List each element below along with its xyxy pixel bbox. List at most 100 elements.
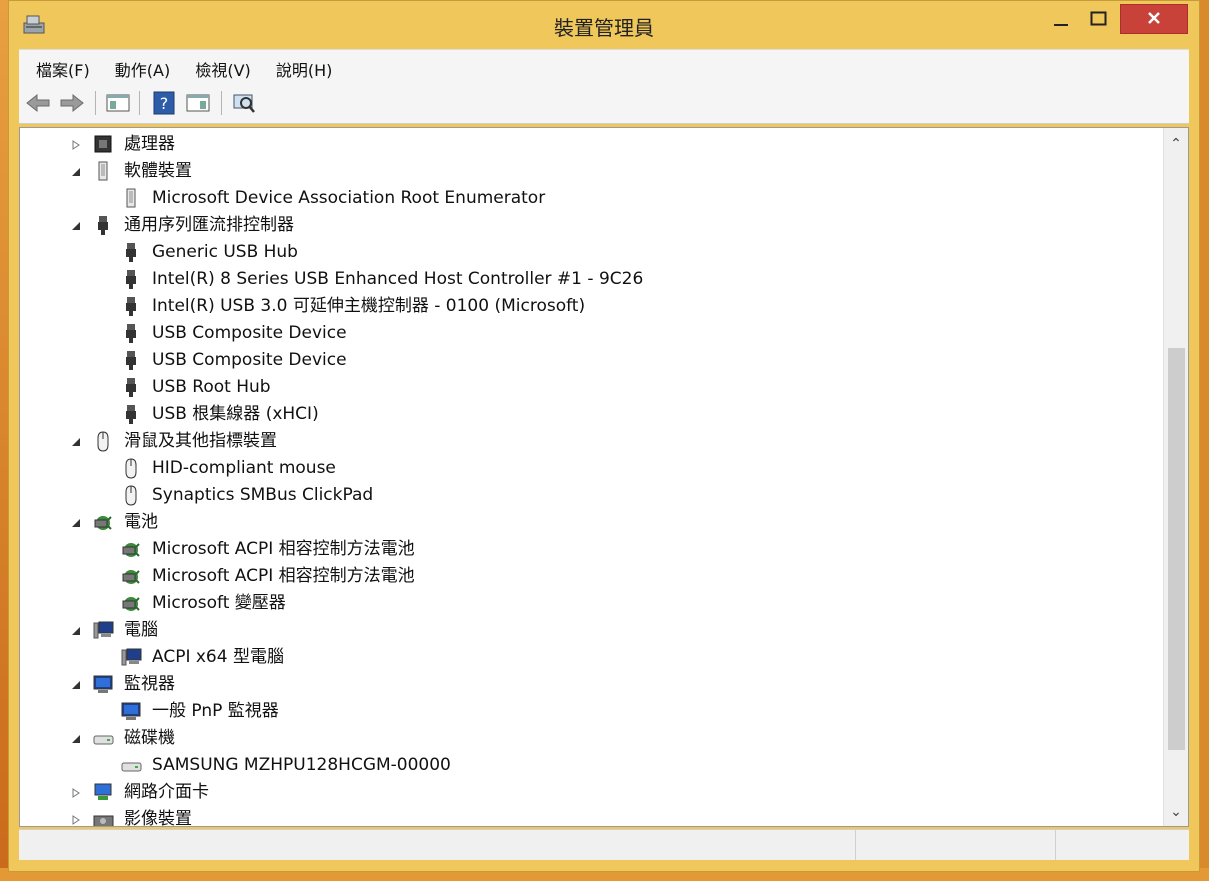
- tree-device-node[interactable]: HID-compliant mouse: [20, 455, 1160, 482]
- menu-view[interactable]: 檢視(V): [192, 57, 253, 81]
- tree-node-label: 電腦: [124, 620, 158, 640]
- battery-icon: [94, 516, 112, 530]
- collapsed-arrow-icon[interactable]: [70, 139, 82, 151]
- properties-pane-icon[interactable]: [185, 91, 211, 115]
- collapsed-arrow-icon[interactable]: [70, 814, 82, 826]
- tree-node-label: USB Composite Device: [152, 350, 347, 370]
- network-adapter-icon: [94, 783, 112, 800]
- tree-category-node[interactable]: 網路介面卡: [20, 779, 1160, 806]
- disk-drive-icon: [93, 735, 114, 745]
- tree-node-label: 一般 PnP 監視器: [152, 701, 279, 721]
- tree-device-node[interactable]: 一般 PnP 監視器: [20, 698, 1160, 725]
- back-arrow-icon[interactable]: [25, 91, 51, 115]
- usb-icon: [98, 216, 108, 235]
- mouse-icon: [125, 485, 137, 506]
- show-hide-console-tree-icon[interactable]: [105, 91, 131, 115]
- tree-node-label: 影像裝置: [124, 809, 192, 827]
- tree-category-node[interactable]: 電腦: [20, 617, 1160, 644]
- tree-node-label: HID-compliant mouse: [152, 458, 336, 478]
- tree-device-node[interactable]: Microsoft 變壓器: [20, 590, 1160, 617]
- tree-device-node[interactable]: Microsoft ACPI 相容控制方法電池: [20, 536, 1160, 563]
- expanded-arrow-icon[interactable]: [70, 220, 82, 232]
- tree-node-label: Intel(R) USB 3.0 可延伸主機控制器 - 0100 (Micros…: [152, 296, 586, 316]
- scroll-thumb[interactable]: [1168, 348, 1185, 750]
- tree-node-label: 滑鼠及其他指標裝置: [124, 431, 277, 451]
- menu-action[interactable]: 動作(A): [112, 57, 173, 81]
- usb-icon: [126, 378, 136, 397]
- tree-category-node[interactable]: 處理器: [20, 131, 1160, 158]
- maximize-icon: [1090, 11, 1107, 26]
- device-manager-window: 裝置管理員 檔案(F) 動作(A) 檢視(V) 說明(H) ? 處理器 軟體裝置…: [8, 0, 1200, 872]
- tree-device-node[interactable]: Synaptics SMBus ClickPad: [20, 482, 1160, 509]
- tree-node-label: 通用序列匯流排控制器: [124, 215, 294, 235]
- usb-icon: [126, 351, 136, 370]
- minimize-button[interactable]: [1046, 4, 1076, 34]
- expanded-arrow-icon[interactable]: [70, 436, 82, 448]
- tree-category-node[interactable]: 影像裝置: [20, 806, 1160, 827]
- tree-device-node[interactable]: SAMSUNG MZHPU128HCGM-00000: [20, 752, 1160, 779]
- tree-node-label: Synaptics SMBus ClickPad: [152, 485, 374, 505]
- mouse-icon: [125, 458, 137, 479]
- tree-node-label: 網路介面卡: [124, 782, 209, 802]
- device-tree-view[interactable]: 處理器軟體裝置 Microsoft Device Association Root…: [19, 127, 1189, 827]
- menu-bar: 檔案(F) 動作(A) 檢視(V) 說明(H): [19, 49, 1189, 84]
- tree-category-node[interactable]: 軟體裝置: [20, 158, 1160, 185]
- svg-text:?: ?: [160, 94, 169, 113]
- tree-node-label: 軟體裝置: [124, 161, 192, 181]
- tree-device-node[interactable]: Generic USB Hub: [20, 239, 1160, 266]
- title-bar[interactable]: 裝置管理員: [9, 1, 1199, 47]
- tree-category-node[interactable]: 通用序列匯流排控制器: [20, 212, 1160, 239]
- expanded-arrow-icon[interactable]: [70, 679, 82, 691]
- tree-category-node[interactable]: 監視器: [20, 671, 1160, 698]
- tree-node-label: SAMSUNG MZHPU128HCGM-00000: [152, 755, 451, 775]
- tree-node-label: Microsoft ACPI 相容控制方法電池: [152, 539, 415, 559]
- status-bar: [19, 829, 1189, 860]
- mouse-icon: [97, 431, 109, 452]
- menu-file[interactable]: 檔案(F): [33, 57, 93, 81]
- vertical-scrollbar[interactable]: ⌃ ⌄: [1163, 128, 1188, 826]
- tree-node-label: 磁碟機: [124, 728, 175, 748]
- monitor-icon: [93, 675, 113, 693]
- tree-device-node[interactable]: USB Root Hub: [20, 374, 1160, 401]
- tree-device-node[interactable]: USB Composite Device: [20, 347, 1160, 374]
- scroll-down-button[interactable]: ⌄: [1164, 802, 1188, 822]
- computer-icon: [93, 621, 114, 639]
- tree-node-label: ACPI x64 型電腦: [152, 647, 284, 667]
- status-pane: [855, 830, 1056, 860]
- expanded-arrow-icon[interactable]: [70, 625, 82, 637]
- tree-category-node[interactable]: 磁碟機: [20, 725, 1160, 752]
- expanded-arrow-icon[interactable]: [70, 166, 82, 178]
- tree-node-label: USB 根集線器 (xHCI): [152, 404, 319, 424]
- tree-node-label: USB Composite Device: [152, 323, 347, 343]
- tree-node-label: Microsoft ACPI 相容控制方法電池: [152, 566, 415, 586]
- tree-device-node[interactable]: ACPI x64 型電腦: [20, 644, 1160, 671]
- tree-device-node[interactable]: Microsoft ACPI 相容控制方法電池: [20, 563, 1160, 590]
- tree-device-node[interactable]: USB Composite Device: [20, 320, 1160, 347]
- tree-node-label: 監視器: [124, 674, 175, 694]
- tree-device-node[interactable]: USB 根集線器 (xHCI): [20, 401, 1160, 428]
- expanded-arrow-icon[interactable]: [70, 517, 82, 529]
- software-device-icon: [126, 188, 136, 208]
- scroll-up-button[interactable]: ⌃: [1164, 134, 1188, 154]
- expanded-arrow-icon[interactable]: [70, 733, 82, 745]
- scan-hardware-icon[interactable]: [231, 91, 257, 115]
- tree-node-label: 電池: [124, 512, 158, 532]
- close-button[interactable]: [1120, 4, 1188, 34]
- maximize-button[interactable]: [1084, 4, 1114, 34]
- tree-category-node[interactable]: 滑鼠及其他指標裝置: [20, 428, 1160, 455]
- collapsed-arrow-icon[interactable]: [70, 787, 82, 799]
- tree-node-label: Generic USB Hub: [152, 242, 298, 262]
- tree-device-node[interactable]: Intel(R) USB 3.0 可延伸主機控制器 - 0100 (Micros…: [20, 293, 1160, 320]
- tree-node-label: Intel(R) 8 Series USB Enhanced Host Cont…: [152, 269, 644, 289]
- tree-device-node[interactable]: Intel(R) 8 Series USB Enhanced Host Cont…: [20, 266, 1160, 293]
- menu-help[interactable]: 說明(H): [273, 57, 336, 81]
- help-icon[interactable]: ?: [151, 91, 177, 115]
- tree-device-node[interactable]: Microsoft Device Association Root Enumer…: [20, 185, 1160, 212]
- window-title: 裝置管理員: [554, 16, 654, 40]
- monitor-icon: [121, 702, 141, 720]
- forward-arrow-icon[interactable]: [59, 91, 85, 115]
- close-icon: [1148, 12, 1160, 24]
- usb-icon: [126, 405, 136, 424]
- usb-icon: [126, 270, 136, 289]
- tree-category-node[interactable]: 電池: [20, 509, 1160, 536]
